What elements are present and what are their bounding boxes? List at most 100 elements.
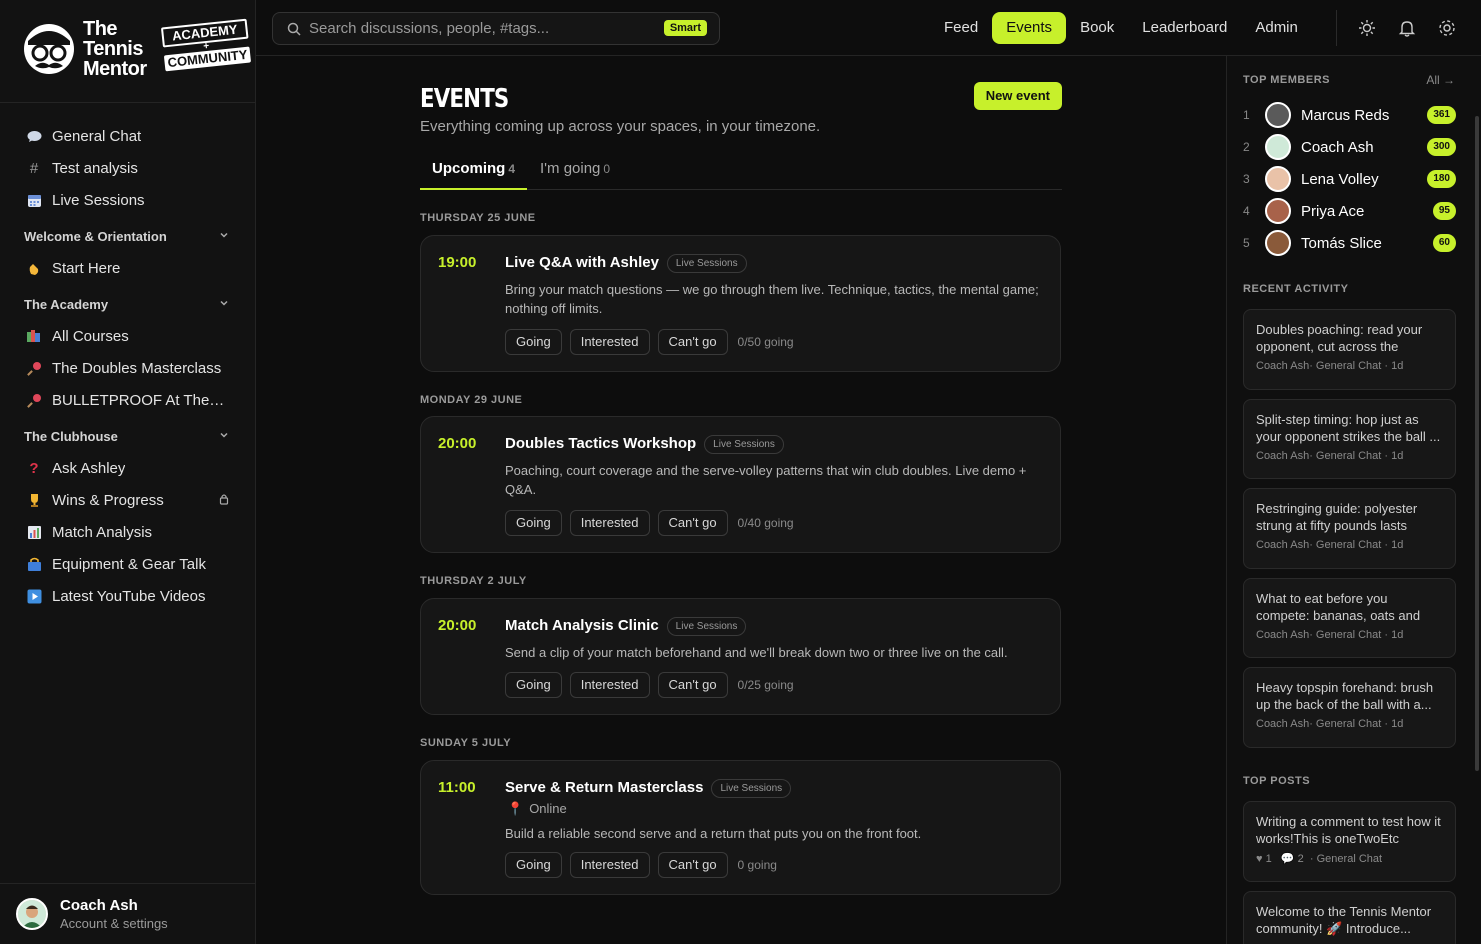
event-description: Bring your match questions — we go throu…	[505, 282, 1039, 316]
event-title: Serve & Return Masterclass Live Sessions	[505, 779, 792, 798]
going-button[interactable]: Going	[505, 510, 562, 536]
chart-icon	[26, 524, 42, 540]
top-bar: Smart Feed Events Book Leaderboard Admin	[256, 0, 1481, 56]
attendee-count: 0/25 going	[737, 678, 794, 692]
chevron-down-icon	[220, 232, 228, 238]
sidebar-nav: General Chat # Test analysis Live Sessio…	[0, 103, 255, 612]
post-card[interactable]: Welcome to the Tennis Mentor community! …	[1243, 891, 1456, 944]
search-box[interactable]: Smart	[272, 12, 720, 45]
going-button[interactable]: Going	[505, 329, 562, 355]
sidebar-item-equipment-gear[interactable]: Equipment & Gear Talk	[0, 548, 255, 580]
event-card[interactable]: 11:00 Serve & Return Masterclass Live Ses…	[420, 760, 1061, 895]
tab-im-going[interactable]: I'm going 0	[540, 160, 610, 190]
member-row[interactable]: 5 Tomás Slice 60	[1243, 229, 1456, 257]
sidebar-item-ask-ashley[interactable]: ? Ask Ashley	[0, 452, 255, 484]
cant-go-button[interactable]: Can't go	[657, 329, 728, 355]
attendee-count: 0/50 going	[737, 335, 794, 349]
sidebar-item-test-analysis[interactable]: # Test analysis	[0, 152, 255, 184]
nav-feed[interactable]: Feed	[930, 12, 992, 44]
event-time: 11:00	[438, 779, 476, 796]
cant-go-button[interactable]: Can't go	[657, 852, 728, 878]
day-heading: SUNDAY 5 JULY	[420, 737, 512, 749]
sidebar-item-match-analysis[interactable]: Match Analysis	[0, 516, 255, 548]
gear-icon[interactable]	[1437, 18, 1457, 38]
cant-go-button[interactable]: Can't go	[657, 510, 728, 536]
member-row[interactable]: 1 Marcus Reds 361	[1243, 101, 1456, 129]
points-badge: 95	[1432, 202, 1456, 220]
section-the-clubhouse[interactable]: The Clubhouse	[0, 420, 255, 452]
interested-button[interactable]: Interested	[569, 672, 650, 698]
section-welcome-orientation[interactable]: Welcome & Orientation	[0, 220, 255, 252]
event-description: Poaching, court coverage and the serve-v…	[505, 463, 1027, 497]
brand-wordmark: The Tennis Mentor	[83, 18, 147, 80]
chevron-down-icon	[220, 300, 228, 306]
brand-logo[interactable]: The Tennis Mentor ACADEMY + COMMUNITY	[0, 0, 255, 103]
racket-icon	[26, 360, 42, 376]
all-members-link[interactable]: All →	[1426, 73, 1455, 87]
event-card[interactable]: 20:00 Doubles Tactics Workshop Live Sessi…	[420, 416, 1061, 553]
sidebar-item-youtube-videos[interactable]: Latest YouTube Videos	[0, 580, 255, 612]
scrollbar[interactable]	[1475, 116, 1479, 771]
interested-button[interactable]: Interested	[569, 510, 650, 536]
event-title: Match Analysis Clinic Live Sessions	[505, 617, 747, 636]
sidebar-item-general-chat[interactable]: General Chat	[0, 120, 255, 152]
post-card[interactable]: Writing a comment to test how it works!T…	[1243, 801, 1456, 882]
member-row[interactable]: 2 Coach Ash 300	[1243, 133, 1456, 161]
sidebar-item-wins-progress[interactable]: Wins & Progress	[0, 484, 255, 516]
interested-button[interactable]: Interested	[569, 329, 650, 355]
cant-go-button[interactable]: Can't go	[657, 672, 728, 698]
rsvp-actions: Going Interested Can't go 0/40 going	[505, 510, 794, 536]
event-title: Live Q&A with Ashley Live Sessions	[505, 254, 747, 273]
activity-card[interactable]: What to eat before you compete: bananas,…	[1243, 578, 1456, 658]
nav-admin[interactable]: Admin	[1241, 12, 1312, 44]
search-icon	[287, 22, 301, 36]
day-heading: THURSDAY 25 JUNE	[420, 212, 536, 224]
activity-card[interactable]: Doubles poaching: read your opponent, cu…	[1243, 309, 1456, 390]
section-the-academy[interactable]: The Academy	[0, 288, 255, 320]
going-button[interactable]: Going	[505, 672, 562, 698]
activity-card[interactable]: Split-step timing: hop just as your oppo…	[1243, 399, 1456, 479]
sidebar-item-live-sessions[interactable]: Live Sessions	[0, 184, 255, 216]
search-input[interactable]	[309, 20, 649, 37]
event-card[interactable]: 20:00 Match Analysis Clinic Live Sessions…	[420, 598, 1061, 715]
bell-icon[interactable]	[1397, 18, 1417, 38]
nav-leaderboard[interactable]: Leaderboard	[1128, 12, 1241, 44]
recent-activity-heading: RECENT ACTIVITY	[1243, 283, 1349, 295]
sidebar-item-doubles-masterclass[interactable]: The Doubles Masterclass	[0, 352, 255, 384]
day-heading: MONDAY 29 JUNE	[420, 394, 523, 406]
interested-button[interactable]: Interested	[569, 852, 650, 878]
sidebar-item-start-here[interactable]: Start Here	[0, 252, 255, 284]
avatar	[1265, 166, 1291, 192]
bag-icon	[26, 556, 42, 572]
smart-search-badge[interactable]: Smart	[663, 20, 707, 36]
hash-icon: #	[29, 159, 39, 177]
topbar-divider	[1336, 10, 1337, 46]
activity-card[interactable]: Heavy topspin forehand: brush up the bac…	[1243, 667, 1456, 748]
avatar	[1265, 230, 1291, 256]
member-row[interactable]: 4 Priya Ace 95	[1243, 197, 1456, 225]
sun-icon[interactable]	[1357, 18, 1377, 38]
member-row[interactable]: 3 Lena Volley 180	[1243, 165, 1456, 193]
tab-upcoming[interactable]: Upcoming 4	[420, 160, 528, 190]
mascot-face-icon	[24, 24, 74, 74]
top-nav: Feed Events Book Leaderboard Admin	[930, 12, 1312, 44]
event-space-tag: Live Sessions	[704, 435, 784, 454]
points-badge: 361	[1427, 106, 1456, 124]
rsvp-actions: Going Interested Can't go 0/50 going	[505, 329, 794, 355]
nav-events[interactable]: Events	[992, 12, 1067, 44]
new-event-button[interactable]: New event	[973, 82, 1062, 110]
event-space-tag: Live Sessions	[666, 254, 747, 273]
event-card[interactable]: 19:00 Live Q&A with Ashley Live Sessions …	[420, 235, 1061, 372]
event-time: 20:00	[438, 435, 477, 452]
sidebar-item-all-courses[interactable]: All Courses	[0, 320, 255, 352]
going-button[interactable]: Going	[505, 852, 562, 878]
chevron-down-icon	[220, 432, 228, 438]
activity-card[interactable]: Restringing guide: polyester strung at f…	[1243, 488, 1456, 569]
account-menu[interactable]: Coach Ash Account & settings	[0, 883, 255, 944]
page-title: EVENTS	[420, 84, 509, 114]
nav-book[interactable]: Book	[1066, 12, 1128, 44]
brand-badge: ACADEMY + COMMUNITY	[160, 18, 252, 72]
comment-icon: 💬	[1280, 853, 1295, 865]
heart-icon: ♥	[1256, 853, 1263, 865]
sidebar-item-bulletproof[interactable]: BULLETPROOF At The B...	[0, 384, 255, 416]
